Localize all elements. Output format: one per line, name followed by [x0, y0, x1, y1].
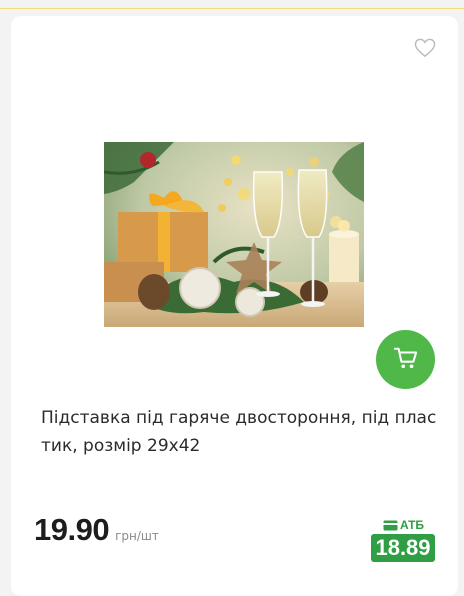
card-icon	[383, 520, 398, 531]
top-strip	[0, 0, 464, 9]
heart-outline-icon[interactable]	[414, 38, 436, 58]
price-value: 19.90	[34, 512, 110, 547]
promo-price: 18.89	[371, 534, 435, 562]
promo-label: АТБ	[383, 518, 424, 532]
product-image[interactable]	[104, 142, 364, 327]
promo-label-text: АТБ	[400, 518, 425, 532]
add-to-cart-button[interactable]	[376, 330, 435, 389]
product-title[interactable]: Підставка під гаряче двостороння, під пл…	[41, 404, 441, 460]
shopping-cart-icon	[393, 346, 419, 374]
product-card[interactable]: Підставка під гаряче двостороння, під пл…	[11, 16, 458, 596]
price: 19.90 грн/шт	[34, 512, 159, 548]
price-unit: грн/шт	[115, 529, 159, 543]
